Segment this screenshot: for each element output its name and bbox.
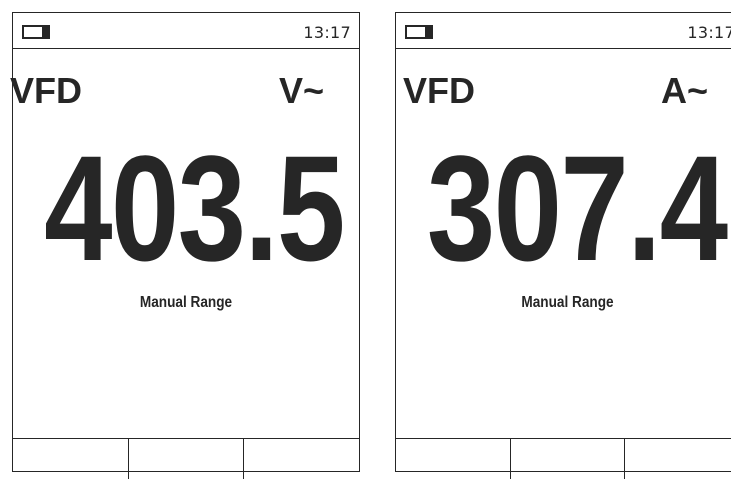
- status-bar: 13:17: [396, 13, 731, 49]
- meter-screen-current: 13:17 VFD A~ 307.4 Manual Range: [395, 12, 731, 479]
- range-status: Manual Range: [139, 294, 233, 311]
- range-status: Manual Range: [521, 294, 614, 311]
- reading-value: 403.5: [44, 124, 345, 292]
- softkey-1[interactable]: [396, 439, 511, 479]
- battery-level: [425, 27, 433, 37]
- meter-screen-voltage: 13:17 VFD V~ 403.5 Manual Range: [10, 12, 360, 479]
- softkey-bar: [13, 438, 359, 479]
- softkey-2[interactable]: [511, 439, 626, 479]
- mode-label: VFD: [403, 70, 475, 111]
- mode-label: VFD: [10, 70, 82, 111]
- softkey-3[interactable]: [244, 439, 359, 479]
- clock: 13:17: [687, 23, 731, 42]
- unit-label: V~: [279, 70, 325, 111]
- softkey-bar: [396, 438, 731, 479]
- status-bar: 13:17: [13, 13, 359, 49]
- softkey-1[interactable]: [13, 439, 129, 479]
- softkey-3[interactable]: [625, 439, 731, 479]
- clock: 13:17: [303, 23, 351, 42]
- unit-label: A~: [661, 70, 709, 111]
- softkey-2[interactable]: [129, 439, 245, 479]
- reading-value: 307.4: [426, 124, 728, 292]
- battery-level: [42, 27, 50, 37]
